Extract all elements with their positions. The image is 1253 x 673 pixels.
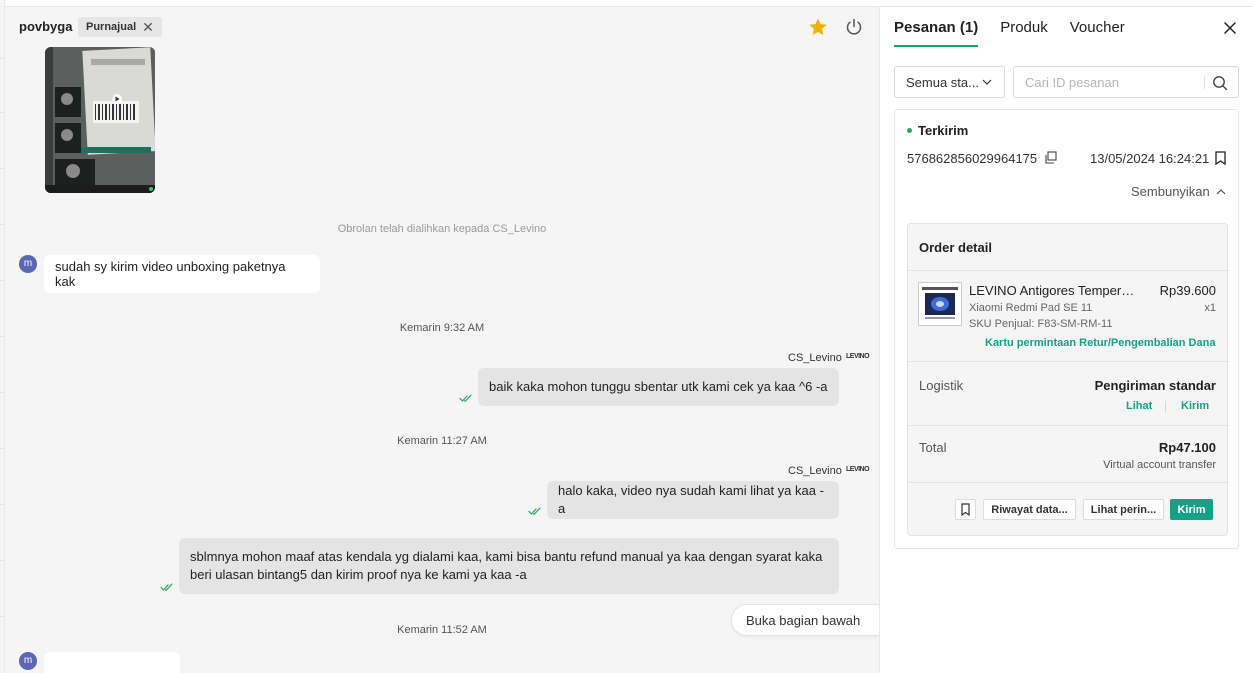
chevron-up-icon bbox=[1216, 188, 1226, 194]
message-bubble-customer: sudah sy kirim video unboxing paketnya k… bbox=[44, 255, 320, 293]
payment-method: Virtual account transfer bbox=[1103, 459, 1216, 471]
hide-details-toggle[interactable]: Sembunyikan bbox=[1131, 184, 1226, 199]
app-root: povbyga Purnajual ✕ Obrolan telah dialih… bbox=[0, 0, 1253, 673]
message-text: baik kaka mohon tunggu sbentar utk kami … bbox=[489, 379, 828, 394]
bookmark-icon bbox=[961, 503, 970, 517]
order-search-input[interactable] bbox=[1014, 67, 1202, 97]
jump-to-bottom-button[interactable]: Buka bagian bawah bbox=[731, 604, 879, 636]
divider bbox=[908, 425, 1229, 426]
total-value: Rp47.100 bbox=[1158, 440, 1216, 455]
product-thumbnail bbox=[919, 283, 961, 325]
message-timestamp: Kemarin 9:32 AM bbox=[399, 322, 485, 334]
view-detail-button[interactable]: Lihat perin... bbox=[1083, 499, 1164, 520]
message-text: halo kaka, video nya sudah kami lihat ya… bbox=[558, 483, 824, 516]
logistics-view-link[interactable]: Lihat bbox=[1126, 400, 1152, 412]
bookmark-icon[interactable] bbox=[1215, 151, 1226, 165]
panel-tabs: Pesanan (1) Produk Voucher bbox=[894, 19, 1125, 47]
divider bbox=[908, 270, 1229, 271]
product-quantity: x1 bbox=[1204, 302, 1216, 314]
message-bubble-agent: baik kaka mohon tunggu sbentar utk kami … bbox=[478, 368, 839, 406]
message-bubble-agent: halo kaka, video nya sudah kami lihat ya… bbox=[547, 481, 839, 519]
video-message-thumbnail[interactable] bbox=[45, 47, 155, 193]
order-status: Terkirim bbox=[907, 123, 968, 138]
order-detail-title: Order detail bbox=[919, 240, 992, 255]
status-filter-select[interactable]: Semua sta... bbox=[894, 66, 1005, 98]
search-divider bbox=[1204, 76, 1205, 89]
logistics-send-link[interactable]: Kirim bbox=[1181, 400, 1209, 412]
message-text: sudah sy kirim video unboxing paketnya k… bbox=[55, 259, 286, 289]
logistics-label: Logistik bbox=[919, 378, 964, 393]
status-filter-value: Semua sta... bbox=[906, 74, 979, 90]
product-price: Rp39.600 bbox=[1159, 283, 1216, 298]
total-label: Total bbox=[919, 440, 947, 455]
divider bbox=[908, 482, 1229, 483]
system-message: Obrolan telah dialihkan kepada CS_Levino bbox=[337, 223, 547, 235]
product-variant: Xiaomi Redmi Pad SE 11 bbox=[969, 302, 1093, 314]
chat-username: povbyga bbox=[19, 19, 73, 34]
role-badge-label: Purnajual bbox=[86, 21, 137, 33]
status-dot bbox=[907, 128, 912, 133]
send-button[interactable]: Kirim bbox=[1170, 499, 1213, 520]
copy-icon[interactable] bbox=[1044, 151, 1057, 164]
read-check-icon bbox=[160, 583, 173, 591]
link-separator bbox=[1165, 401, 1166, 412]
hide-details-label: Sembunyikan bbox=[1131, 184, 1210, 199]
message-text-line-2: beri ulasan bintang5 dan kirim proof nya… bbox=[190, 567, 527, 582]
order-side-panel: Pesanan (1) Produk Voucher Semua sta... bbox=[879, 6, 1253, 673]
power-icon[interactable] bbox=[844, 17, 864, 37]
product-name[interactable]: LEVINO Antigores Tempere... bbox=[969, 283, 1139, 298]
message-text-line-1: sblmnya mohon maaf atas kendala yg diala… bbox=[190, 549, 823, 564]
order-search bbox=[1013, 66, 1239, 98]
close-icon[interactable] bbox=[1223, 21, 1237, 35]
product-image[interactable] bbox=[918, 282, 962, 326]
order-id: 576862856029964175 bbox=[907, 151, 1038, 166]
order-detail-box: Order detail LEVINO Antigores Tempere...… bbox=[907, 223, 1229, 536]
message-bubble-customer bbox=[44, 652, 180, 673]
order-status-label: Terkirim bbox=[918, 123, 969, 138]
customer-avatar: m bbox=[19, 255, 37, 273]
order-card: Terkirim 576862856029964175 13/05/2024 1… bbox=[894, 109, 1239, 549]
tab-orders[interactable]: Pesanan (1) bbox=[894, 19, 979, 47]
agent-name: CS_Levino bbox=[788, 465, 842, 477]
chevron-down-icon bbox=[982, 79, 992, 85]
return-request-link[interactable]: Kartu permintaan Retur/Pengembalian Dana bbox=[985, 337, 1215, 349]
read-check-icon bbox=[459, 394, 472, 402]
tab-vouchers[interactable]: Voucher bbox=[1070, 19, 1125, 47]
remove-badge-icon[interactable]: ✕ bbox=[142, 19, 154, 36]
role-badge: Purnajual ✕ bbox=[78, 17, 162, 37]
message-bubble-agent: sblmnya mohon maaf atas kendala yg diala… bbox=[179, 538, 839, 594]
history-button[interactable]: Riwayat data... bbox=[983, 499, 1076, 520]
chat-panel: povbyga Purnajual ✕ Obrolan telah dialih… bbox=[5, 6, 879, 673]
agent-name: CS_Levino bbox=[788, 352, 842, 364]
chat-header: povbyga Purnajual ✕ bbox=[5, 7, 879, 47]
message-timestamp: Kemarin 11:27 AM bbox=[397, 435, 487, 447]
logistics-value: Pengiriman standar bbox=[1094, 378, 1216, 393]
bookmark-button[interactable] bbox=[955, 499, 976, 520]
star-icon[interactable] bbox=[808, 17, 828, 37]
customer-avatar: m bbox=[19, 652, 37, 670]
agent-logo: LEVINO bbox=[846, 466, 870, 473]
read-check-icon bbox=[528, 507, 541, 515]
video-thumbnail-image bbox=[45, 47, 155, 193]
tab-products[interactable]: Produk bbox=[1000, 19, 1048, 47]
search-icon[interactable] bbox=[1212, 75, 1228, 91]
divider bbox=[908, 361, 1229, 362]
agent-logo: LEVINO bbox=[846, 353, 870, 360]
product-sku: SKU Penjual: F83-SM-RM-11 bbox=[969, 318, 1113, 330]
order-date: 13/05/2024 16:24:21 bbox=[1090, 151, 1210, 166]
